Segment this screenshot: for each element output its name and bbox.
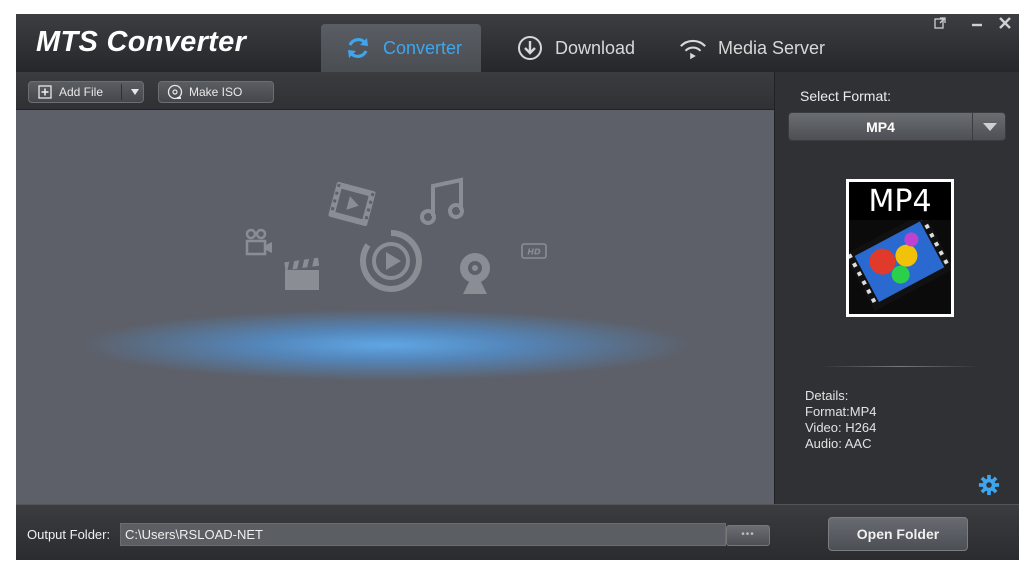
- tab-download-label: Download: [555, 37, 636, 58]
- format-thumbnail-label: MP4: [868, 184, 932, 219]
- close-icon[interactable]: [995, 16, 1015, 32]
- popout-icon[interactable]: [930, 16, 950, 32]
- details-audio: Audio: AAC: [805, 436, 872, 451]
- toolbar: Add File Make ISO: [16, 72, 774, 110]
- webcam-icon: [460, 253, 490, 294]
- details-heading: Details:: [805, 388, 849, 403]
- details-format: Format:MP4: [805, 404, 877, 419]
- tab-converter-label: Converter: [383, 37, 463, 58]
- format-details: Details: Format:MP4 Video: H264 Audio: A…: [805, 388, 877, 452]
- chevron-down-icon[interactable]: [975, 113, 1005, 140]
- title-bar: MTS Converter Converter Download Media S…: [16, 14, 1019, 72]
- wifi-icon: [678, 33, 708, 63]
- tab-download[interactable]: Download: [513, 24, 653, 72]
- play-button-icon: [359, 230, 422, 292]
- minimize-icon[interactable]: [967, 16, 987, 32]
- gear-icon[interactable]: [978, 474, 1000, 496]
- output-folder-field[interactable]: C:\Users\RSLOAD-NET: [120, 523, 726, 546]
- bottom-bar: Output Folder: C:\Users\RSLOAD-NET ••• O…: [16, 504, 1019, 560]
- select-format-label: Select Format:: [800, 88, 892, 104]
- film-frame-icon: [328, 181, 376, 227]
- file-list-area: Add File Make ISO HD: [16, 72, 774, 504]
- app-window: MTS Converter Converter Download Media S…: [16, 14, 1019, 560]
- chevron-down-icon[interactable]: [125, 82, 145, 102]
- drop-zone[interactable]: HD: [16, 110, 774, 504]
- tab-media-server[interactable]: Media Server: [676, 24, 846, 72]
- refresh-icon: [343, 33, 373, 63]
- film-strip-image: [849, 220, 951, 314]
- video-camera-icon: [245, 228, 272, 256]
- make-iso-button[interactable]: Make ISO: [158, 81, 274, 103]
- format-dropdown[interactable]: MP4: [788, 112, 1006, 141]
- format-panel: Select Format: MP4 MP4 Details: Format:M…: [774, 72, 1019, 504]
- add-file-icon: [37, 84, 53, 100]
- open-folder-button[interactable]: Open Folder: [828, 517, 968, 551]
- browse-button[interactable]: •••: [726, 525, 770, 546]
- selected-format: MP4: [866, 119, 895, 135]
- divider: [820, 366, 980, 367]
- download-icon: [515, 33, 545, 63]
- add-file-label: Add File: [59, 85, 104, 99]
- hd-icon: HD: [521, 243, 547, 259]
- music-note-icon: [420, 177, 464, 225]
- output-folder-label: Output Folder:: [27, 527, 111, 542]
- svg-text:HD: HD: [527, 248, 541, 257]
- make-iso-label: Make ISO: [189, 85, 243, 99]
- clapperboard-icon: [284, 257, 320, 290]
- drop-zone-glow: [86, 310, 686, 380]
- disc-icon: [167, 84, 183, 100]
- tab-converter[interactable]: Converter: [321, 24, 481, 72]
- details-video: Video: H264: [805, 420, 877, 435]
- add-file-button[interactable]: Add File: [28, 81, 144, 103]
- format-thumbnail: MP4: [846, 179, 954, 317]
- tab-media-server-label: Media Server: [718, 37, 826, 58]
- app-title: MTS Converter: [36, 26, 247, 58]
